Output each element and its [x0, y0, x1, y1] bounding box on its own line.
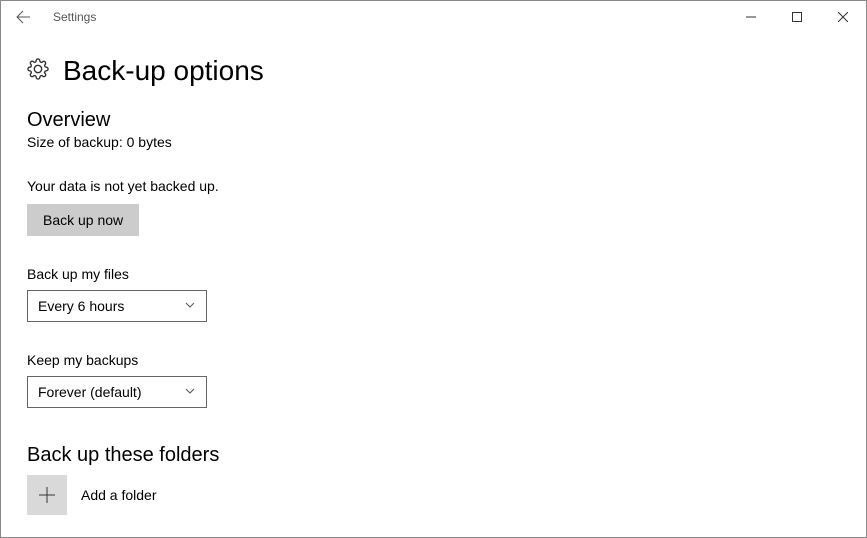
backup-status-text: Your data is not yet backed up. [27, 178, 840, 194]
folders-heading: Back up these folders [27, 444, 840, 467]
backup-size-text: Size of backup: 0 bytes [27, 134, 840, 150]
add-folder-button[interactable] [27, 475, 67, 515]
window-title: Settings [53, 10, 96, 24]
arrow-left-icon [15, 9, 31, 25]
content-area: Back-up options Overview Size of backup:… [1, 55, 866, 515]
close-button[interactable] [820, 1, 866, 33]
backup-retention-select[interactable]: Forever (default) [27, 376, 207, 408]
gear-icon [27, 58, 49, 85]
maximize-button[interactable] [774, 1, 820, 33]
backup-frequency-label: Back up my files [27, 266, 840, 282]
add-folder-label: Add a folder [81, 487, 157, 503]
titlebar: Settings [1, 1, 866, 33]
minimize-button[interactable] [728, 1, 774, 33]
backup-frequency-value: Every 6 hours [38, 298, 124, 314]
chevron-down-icon [184, 298, 196, 314]
back-button[interactable] [1, 1, 45, 33]
overview-heading: Overview [27, 109, 840, 132]
plus-icon [38, 486, 56, 504]
page-header: Back-up options [27, 55, 840, 87]
backup-frequency-select[interactable]: Every 6 hours [27, 290, 207, 322]
add-folder-row[interactable]: Add a folder [27, 475, 840, 515]
backup-retention-label: Keep my backups [27, 352, 840, 368]
chevron-down-icon [184, 384, 196, 400]
page-title: Back-up options [63, 55, 264, 87]
maximize-icon [792, 12, 802, 22]
backup-retention-value: Forever (default) [38, 384, 141, 400]
minimize-icon [746, 12, 756, 22]
backup-frequency-group: Back up my files Every 6 hours [27, 266, 840, 322]
close-icon [838, 12, 848, 22]
backup-retention-group: Keep my backups Forever (default) [27, 352, 840, 408]
window-controls [728, 1, 866, 33]
backup-now-button[interactable]: Back up now [27, 204, 139, 236]
